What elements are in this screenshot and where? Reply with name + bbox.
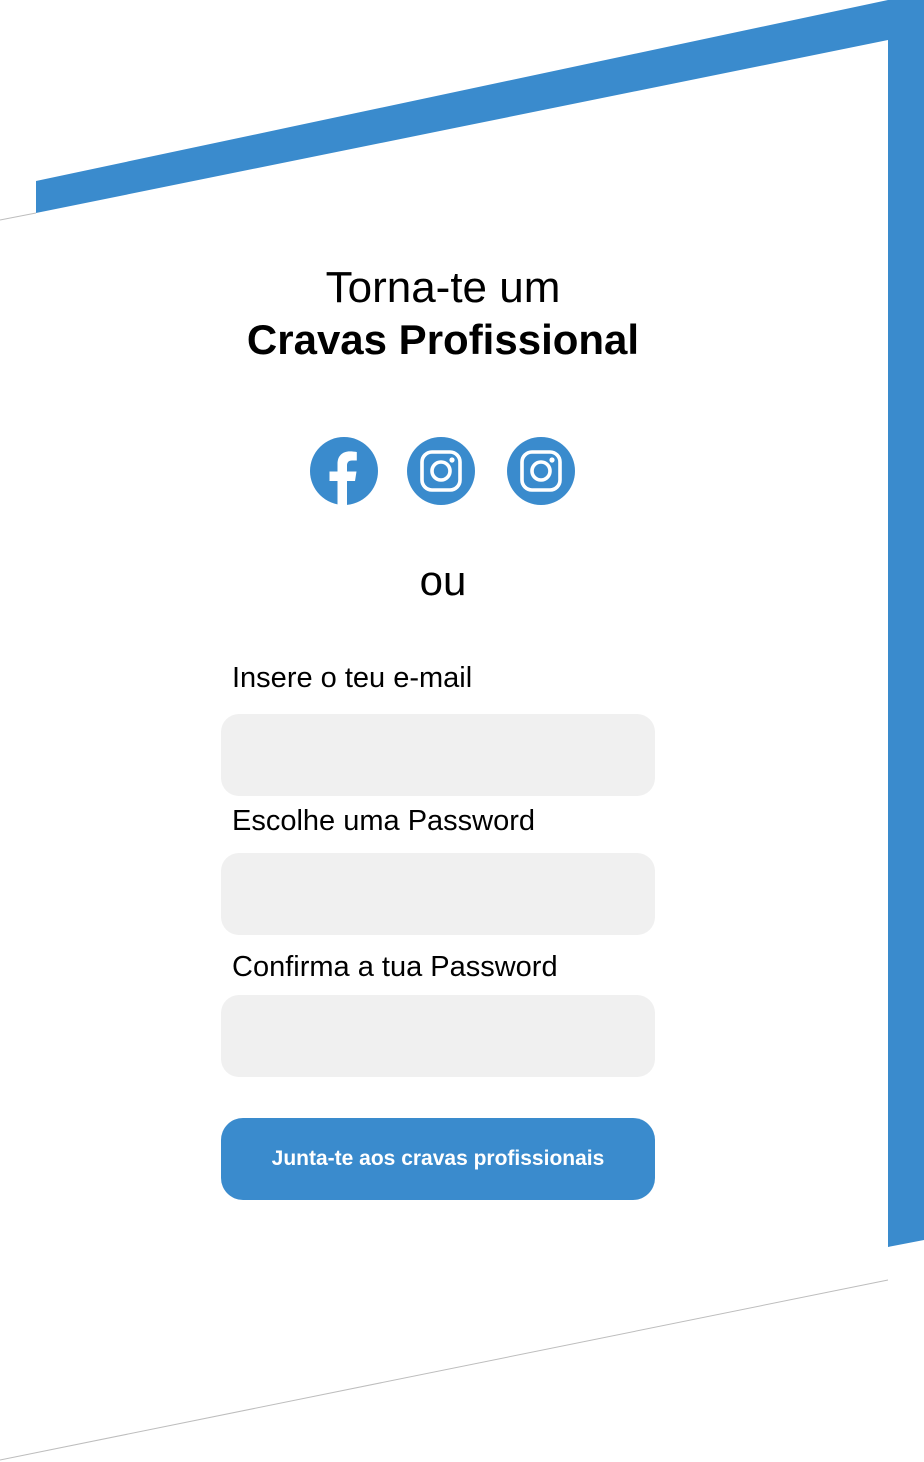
heading-line-1: Torna-te um — [325, 263, 561, 312]
password-field[interactable] — [221, 853, 655, 935]
confirm-password-field[interactable] — [221, 995, 655, 1077]
bottom-edge-line — [0, 1279, 889, 1461]
join-button[interactable]: Junta-te aos cravas profissionais — [221, 1118, 655, 1200]
top-edge-line — [0, 212, 37, 221]
heading-line-2: Cravas Profissional — [246, 316, 640, 363]
email-label: Insere o teu e-mail — [232, 662, 473, 694]
facebook-login-button[interactable] — [310, 437, 378, 505]
email-field[interactable] — [221, 714, 655, 796]
or-divider-text: ou — [419, 557, 467, 604]
instagram-icon — [520, 450, 562, 492]
facebook-icon — [329, 451, 357, 505]
page-heading: Torna-te um Cravas Profissional — [0, 262, 886, 366]
instagram-login-button-2[interactable] — [507, 437, 575, 505]
instagram-login-button[interactable] — [407, 437, 475, 505]
confirm-password-label: Confirma a tua Password — [232, 951, 558, 983]
password-label: Escolhe uma Password — [232, 805, 536, 837]
instagram-icon — [420, 450, 462, 492]
